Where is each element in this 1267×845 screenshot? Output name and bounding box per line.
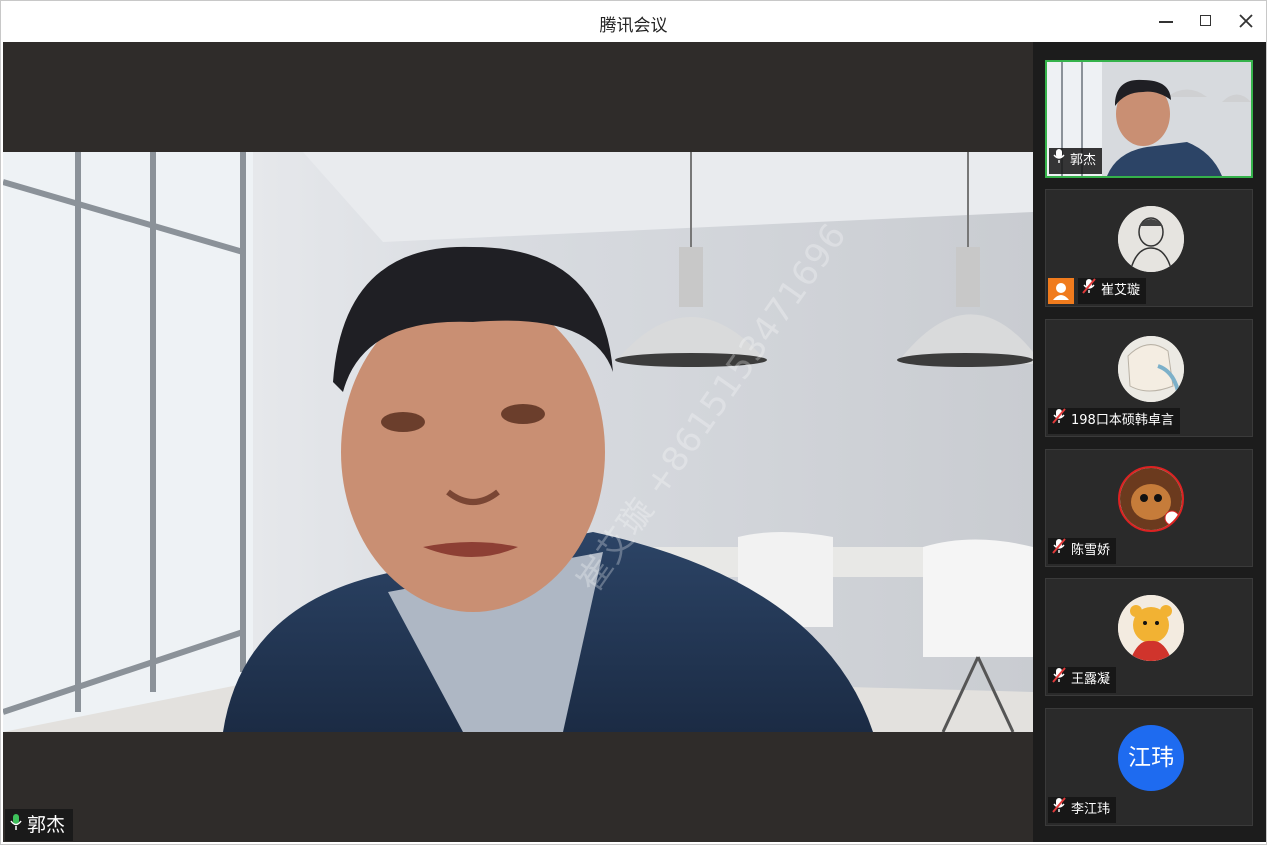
participant-sidebar: 郭杰 崔艾璇 198口本硕韩卓言 陈雪娇 王露凝 江玮 李江玮: [1033, 42, 1266, 842]
microphone-muted-icon: [1082, 278, 1096, 304]
participant-label: 崔艾璇: [1078, 278, 1147, 304]
main-speaker-label: 郭杰: [5, 809, 74, 841]
participant-tile[interactable]: 198口本硕韩卓言: [1045, 319, 1253, 437]
microphone-icon: [1053, 148, 1065, 174]
main-speaker-name: 郭杰: [27, 814, 66, 836]
participant-name: 198口本硕韩卓言: [1071, 413, 1174, 428]
microphone-muted-icon: [1052, 667, 1066, 693]
participant-tile[interactable]: 郭杰: [1045, 60, 1253, 178]
microphone-muted-icon: [1052, 538, 1066, 564]
participant-tile[interactable]: 崔艾璇: [1045, 189, 1253, 307]
minimize-icon[interactable]: [1154, 9, 1178, 33]
main-video-feed: 崔艾璇 +8615153471696: [3, 152, 1033, 732]
participant-name: 李江玮: [1071, 802, 1111, 817]
window-title: 腾讯会议: [599, 16, 668, 36]
avatar: 江玮: [1118, 725, 1184, 791]
microphone-muted-icon: [1052, 797, 1066, 823]
microphone-muted-icon: [1052, 408, 1066, 434]
participant-name: 陈雪娇: [1071, 543, 1111, 558]
participant-name: 王露凝: [1071, 672, 1111, 687]
participant-name: 郭杰: [1070, 153, 1097, 168]
title-bar[interactable]: 腾讯会议: [1, 1, 1266, 41]
participant-tile[interactable]: 江玮 李江玮: [1045, 708, 1253, 826]
maximize-icon[interactable]: [1194, 9, 1218, 33]
avatar: [1118, 595, 1184, 661]
participant-label: 王露凝: [1048, 667, 1117, 693]
participant-label: 陈雪娇: [1048, 538, 1117, 564]
avatar: [1118, 336, 1184, 402]
close-icon[interactable]: [1234, 9, 1258, 33]
participant-name: 崔艾璇: [1101, 283, 1141, 298]
host-badge-icon: [1048, 278, 1074, 304]
main-video-stage[interactable]: 崔艾璇 +8615153471696 郭杰: [3, 42, 1033, 842]
participant-tile[interactable]: 王露凝: [1045, 578, 1253, 696]
participant-label: 198口本硕韩卓言: [1048, 408, 1180, 434]
participant-label: 郭杰: [1049, 148, 1103, 174]
microphone-icon: [9, 809, 23, 841]
participant-tile[interactable]: 陈雪娇: [1045, 449, 1253, 567]
avatar: [1118, 466, 1184, 532]
avatar: [1118, 206, 1184, 272]
meeting-window: 腾讯会议 崔艾璇 +8615153471696 郭杰 郭杰 崔艾璇 198口本硕…: [0, 0, 1267, 845]
participant-label: 李江玮: [1048, 797, 1117, 823]
